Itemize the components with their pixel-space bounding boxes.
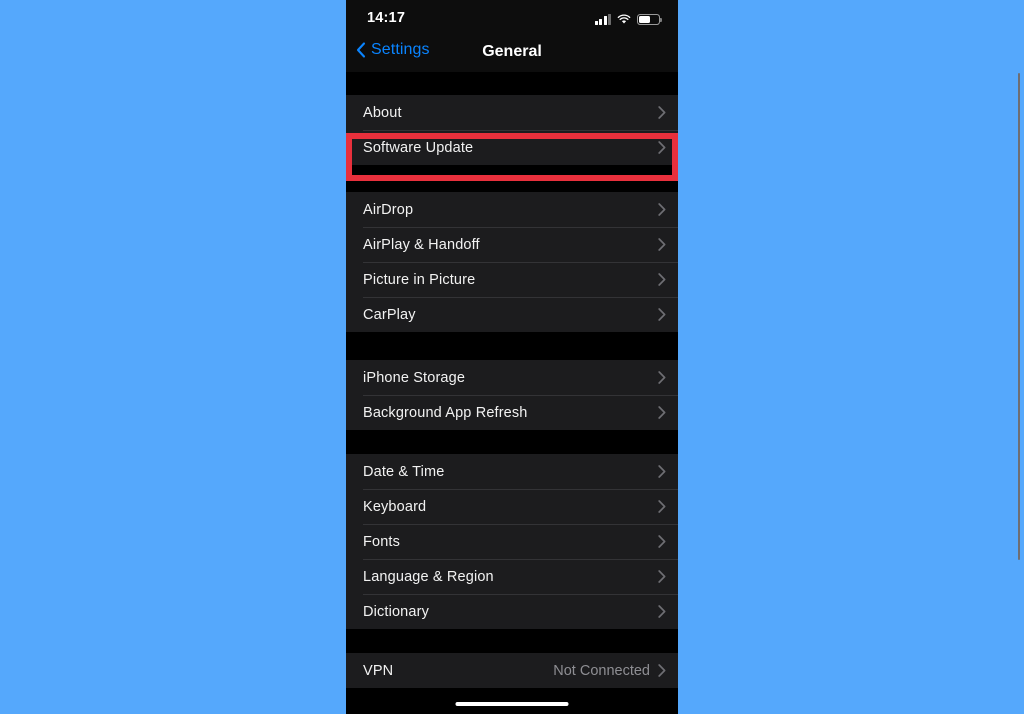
phone-screen: 14:17 Settings General About Software Up… xyxy=(346,0,678,714)
settings-group-network: VPN Not Connected xyxy=(346,653,678,688)
settings-row-label: VPN xyxy=(363,662,394,679)
chevron-right-icon xyxy=(658,308,666,321)
settings-row-carplay[interactable]: CarPlay xyxy=(346,297,678,332)
settings-group-connectivity: AirDrop AirPlay & Handoff Picture in Pictu… xyxy=(346,192,678,332)
settings-row-label: AirPlay & Handoff xyxy=(363,236,480,253)
status-bar-clock: 14:17 xyxy=(367,10,406,26)
wifi-icon xyxy=(617,14,631,25)
settings-row-label: iPhone Storage xyxy=(363,369,466,386)
settings-group-system-info: About Software Update xyxy=(346,95,678,165)
settings-row-background-app-refresh[interactable]: Background App Refresh xyxy=(346,395,678,430)
settings-group-storage: iPhone Storage Background App Refresh xyxy=(346,360,678,430)
section-gap xyxy=(346,72,678,95)
chevron-right-icon xyxy=(658,106,666,119)
status-bar-indicators xyxy=(594,11,663,25)
settings-row-label: Keyboard xyxy=(363,498,427,515)
chevron-right-icon xyxy=(658,500,666,513)
chevron-right-icon xyxy=(658,570,666,583)
chevron-right-icon xyxy=(658,664,666,677)
settings-row-language-region[interactable]: Language & Region xyxy=(346,559,678,594)
section-gap xyxy=(346,430,678,454)
settings-row-vpn[interactable]: VPN Not Connected xyxy=(346,653,678,688)
settings-row-iphone-storage[interactable]: iPhone Storage xyxy=(346,360,678,395)
status-bar: 14:17 xyxy=(346,0,678,38)
chevron-right-icon xyxy=(658,203,666,216)
chevron-right-icon xyxy=(658,605,666,618)
settings-group-localization: Date & Time Keyboard Fonts Language & Regio… xyxy=(346,454,678,629)
section-gap xyxy=(346,332,678,360)
battery-icon xyxy=(637,13,663,25)
section-gap xyxy=(346,629,678,653)
settings-row-date-time[interactable]: Date & Time xyxy=(346,454,678,489)
page-title: General xyxy=(482,43,542,60)
settings-row-label: Dictionary xyxy=(363,603,429,620)
chevron-right-icon xyxy=(658,238,666,251)
chevron-right-icon xyxy=(658,406,666,419)
settings-row-airplay-handoff[interactable]: AirPlay & Handoff xyxy=(346,227,678,262)
chevron-right-icon xyxy=(658,465,666,478)
settings-row-about[interactable]: About xyxy=(346,95,678,130)
settings-row-label: CarPlay xyxy=(363,306,416,323)
settings-row-label: Fonts xyxy=(363,533,401,550)
settings-row-airdrop[interactable]: AirDrop xyxy=(346,192,678,227)
chevron-right-icon xyxy=(658,141,666,154)
settings-row-dictionary[interactable]: Dictionary xyxy=(346,594,678,629)
settings-row-picture-in-picture[interactable]: Picture in Picture xyxy=(346,262,678,297)
settings-row-label: Software Update xyxy=(363,139,474,156)
settings-list: About Software Update AirDrop AirPlay & Han… xyxy=(346,72,678,688)
settings-row-label: About xyxy=(363,104,402,121)
settings-row-keyboard[interactable]: Keyboard xyxy=(346,489,678,524)
navigation-bar: Settings General xyxy=(346,38,678,72)
settings-row-fonts[interactable]: Fonts xyxy=(346,524,678,559)
home-indicator xyxy=(455,701,569,706)
chevron-right-icon xyxy=(658,535,666,548)
section-gap xyxy=(346,165,678,192)
settings-row-software-update[interactable]: Software Update xyxy=(346,130,678,165)
settings-row-label: Date & Time xyxy=(363,463,445,480)
settings-row-label: Picture in Picture xyxy=(363,271,476,288)
settings-row-label: Language & Region xyxy=(363,568,494,585)
settings-row-value: Not Connected xyxy=(553,662,650,679)
settings-row-label: Background App Refresh xyxy=(363,404,528,421)
chevron-right-icon xyxy=(658,273,666,286)
chevron-right-icon xyxy=(658,371,666,384)
cellular-signal-icon xyxy=(594,14,611,25)
settings-row-label: AirDrop xyxy=(363,201,414,218)
vertical-scrollbar[interactable] xyxy=(1017,73,1020,560)
